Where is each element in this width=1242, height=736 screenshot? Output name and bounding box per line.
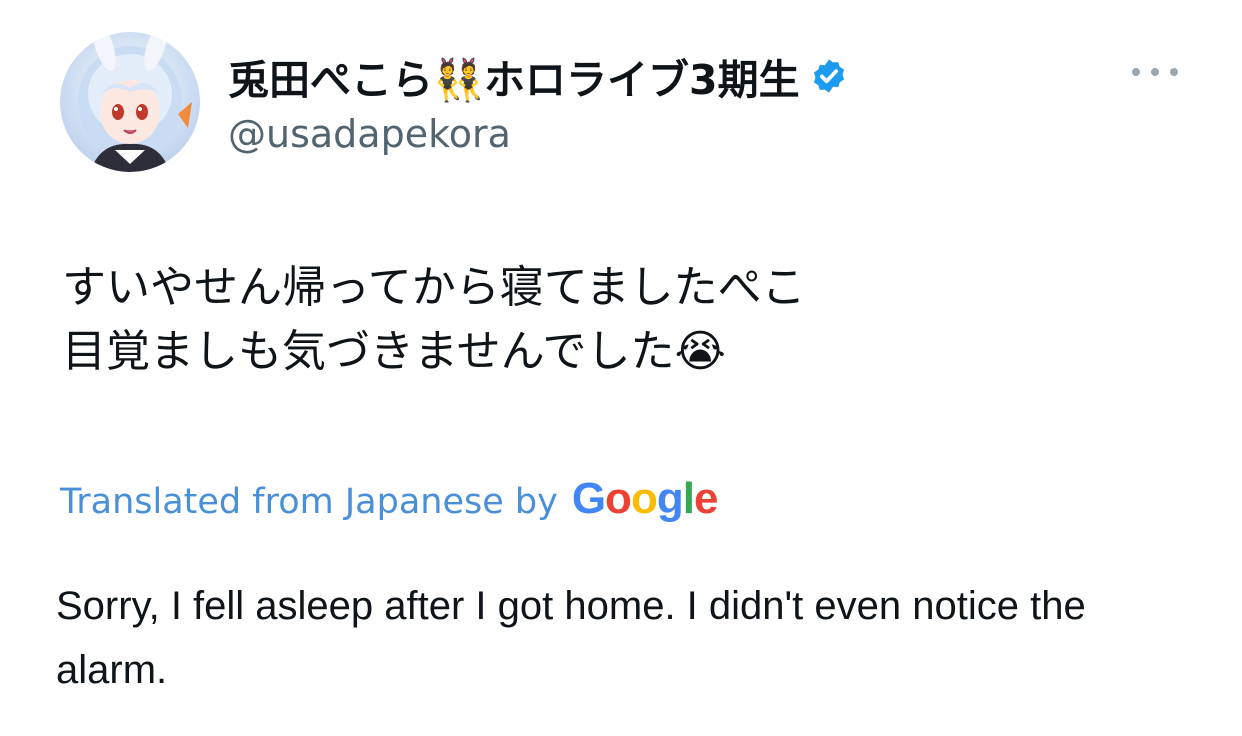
tweet-text-line: 目覚ましも気づきませんでした😭: [62, 326, 726, 377]
translated-text: Sorry, I fell asleep after I got home. I…: [56, 584, 1086, 692]
dot-icon: [1151, 68, 1159, 76]
display-name-text: 兎田ぺこら👯ホロライブ3期生: [228, 56, 800, 104]
dot-icon: [1132, 68, 1140, 76]
avatar-image: [78, 32, 192, 172]
display-name[interactable]: 兎田ぺこら👯ホロライブ3期生: [228, 46, 848, 106]
tweet-text-line: すいやせん帰ってから寝てましたぺこ: [62, 262, 806, 313]
translation-attribution[interactable]: Translated from Japanese by Google: [60, 474, 719, 524]
tweet-text: すいやせん帰ってから寝てましたぺこ 目覚ましも気づきませんでした😭: [62, 256, 806, 384]
google-logo: Google: [571, 474, 719, 523]
tweet-card: 兎田ぺこら👯ホロライブ3期生 @usadapekora すいやせん帰ってから寝て…: [0, 0, 1242, 736]
more-options-icon[interactable]: [1132, 58, 1178, 86]
verified-badge-icon: [810, 57, 848, 95]
user-handle[interactable]: @usadapekora: [228, 112, 511, 156]
translation-label: Translated from Japanese by: [60, 482, 558, 522]
avatar[interactable]: [60, 32, 200, 172]
dot-icon: [1170, 68, 1178, 76]
